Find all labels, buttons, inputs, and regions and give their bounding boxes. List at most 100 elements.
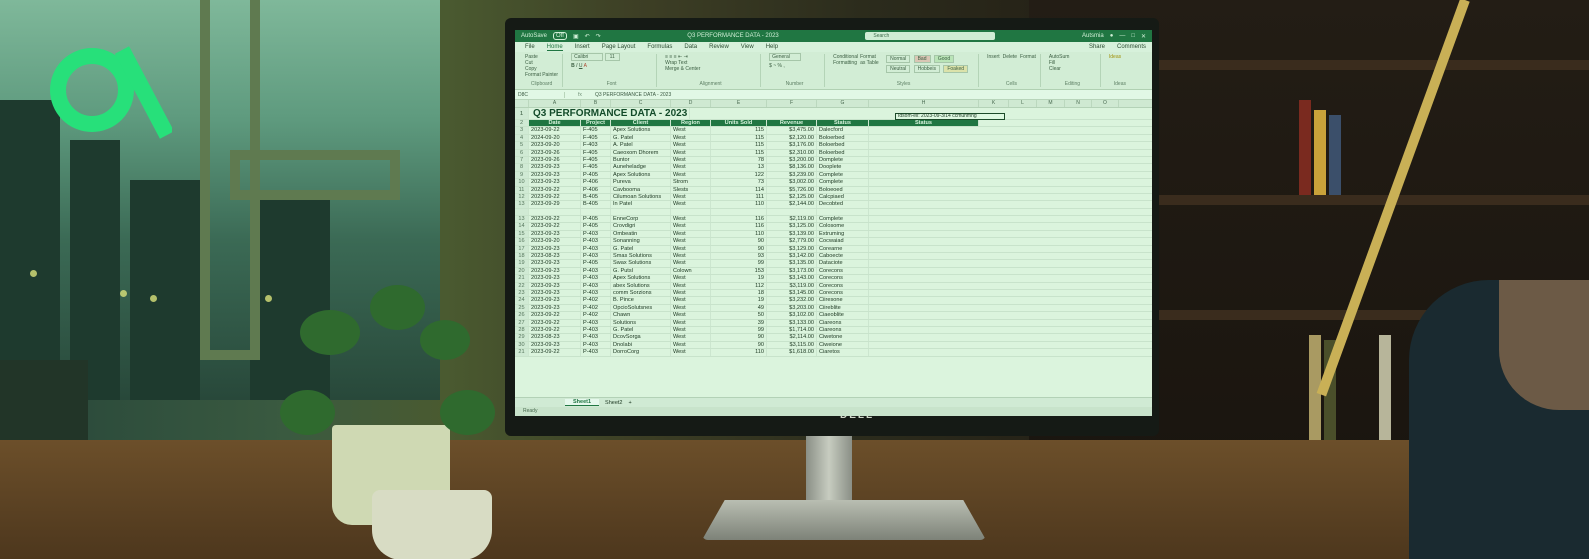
table-cell[interactable] (671, 208, 711, 216)
table-cell[interactable]: P-403 (581, 245, 611, 253)
table-cell[interactable]: Auneheladge (611, 164, 671, 171)
table-cell[interactable]: P-403 (581, 326, 611, 334)
table-cell[interactable]: P-403 (581, 319, 611, 326)
row-number[interactable]: 12 (515, 193, 529, 201)
table-cell[interactable]: 18 (711, 289, 767, 297)
header-cell-revenue[interactable]: Revenue (767, 120, 817, 127)
table-cell[interactable]: Corecons (817, 289, 869, 297)
table-cell[interactable]: P-402 (581, 297, 611, 304)
formula-input[interactable]: Q3 PERFORMANCE DATA - 2023 (595, 92, 671, 98)
table-cell[interactable]: Ciwetone (817, 334, 869, 341)
merge-center-button[interactable]: Merge & Center (665, 66, 756, 72)
table-cell[interactable]: Ciiresone (817, 297, 869, 304)
table-cell[interactable]: F-403 (581, 142, 611, 149)
column-header[interactable]: E (711, 100, 767, 107)
table-cell[interactable]: 2023-09-20 (529, 238, 581, 245)
table-cell[interactable]: 2023-09-23 (529, 275, 581, 282)
table-cell[interactable]: West (671, 260, 711, 267)
font-size-select[interactable]: 11 (604, 53, 620, 61)
table-cell[interactable]: 153 (711, 267, 767, 275)
menu-home[interactable]: Home (546, 44, 563, 51)
table-cell[interactable]: Apex Solutions (611, 127, 671, 134)
row-number[interactable]: 13 (515, 201, 529, 208)
menu-insert[interactable]: Insert (575, 44, 590, 50)
table-cell[interactable]: West (671, 289, 711, 297)
save-icon[interactable]: ▣ (573, 33, 579, 40)
table-cell[interactable]: $3,002.00 (767, 179, 817, 186)
table-cell[interactable]: $3,232.00 (767, 297, 817, 304)
table-cell[interactable]: 2023-09-26 (529, 156, 581, 164)
table-cell[interactable]: Chawn (611, 312, 671, 319)
table-cell[interactable]: Complete (817, 179, 869, 186)
table-cell[interactable]: F-405 (581, 149, 611, 156)
table-cell[interactable]: comm Sorzions (611, 289, 671, 297)
table-cell[interactable]: Crovdigri (611, 223, 671, 230)
table-cell[interactable]: EnneCorp (611, 216, 671, 223)
table-cell[interactable]: B-405 (581, 193, 611, 201)
table-cell[interactable]: Strom (671, 179, 711, 186)
undo-icon[interactable]: ↶ (585, 33, 590, 40)
table-cell[interactable]: 19 (711, 275, 767, 282)
row-number[interactable]: 19 (515, 260, 529, 267)
row-number[interactable]: 22 (515, 282, 529, 289)
table-cell[interactable]: West (671, 238, 711, 245)
table-cell[interactable]: $3,119.00 (767, 282, 817, 289)
style-hobbeis[interactable]: Hobbeis (913, 65, 940, 73)
table-cell[interactable]: P-405 (581, 223, 611, 230)
row-number[interactable]: 6 (515, 149, 529, 156)
table-cell[interactable]: Complete (817, 216, 869, 223)
table-cell[interactable]: 2023-09-23 (529, 230, 581, 238)
table-cell[interactable]: $5,726.00 (767, 186, 817, 193)
table-cell[interactable] (611, 208, 671, 216)
maximize-button[interactable]: □ (1131, 33, 1135, 39)
table-cell[interactable]: $3,176.00 (767, 142, 817, 149)
table-cell[interactable] (529, 208, 581, 216)
row-number[interactable]: 13 (515, 216, 529, 223)
share-button[interactable]: Share (1089, 44, 1105, 50)
table-cell[interactable]: West (671, 216, 711, 223)
table-cell[interactable]: G. Patel (611, 245, 671, 253)
table-cell[interactable]: $2,119.00 (767, 216, 817, 223)
column-header[interactable]: A (529, 100, 581, 107)
table-cell[interactable]: Dnolabi (611, 341, 671, 349)
menu-data[interactable]: Data (684, 44, 697, 50)
table-cell[interactable]: West (671, 171, 711, 179)
table-cell[interactable]: 90 (711, 245, 767, 253)
table-cell[interactable]: P-403 (581, 289, 611, 297)
menu-view[interactable]: View (741, 44, 754, 50)
column-header[interactable]: O (1092, 100, 1119, 107)
table-cell[interactable]: 2023-09-23 (529, 282, 581, 289)
row-number[interactable]: 11 (515, 186, 529, 193)
table-cell[interactable]: 2023-09-23 (529, 304, 581, 312)
table-cell[interactable]: 2023-09-26 (529, 149, 581, 156)
table-cell[interactable]: G. Patel (611, 326, 671, 334)
table-cell[interactable]: West (671, 253, 711, 260)
table-cell[interactable]: 2023-09-22 (529, 186, 581, 193)
italic-icon[interactable]: I (576, 63, 577, 69)
table-cell[interactable]: West (671, 201, 711, 208)
table-cell[interactable]: 49 (711, 304, 767, 312)
select-all-corner[interactable] (515, 100, 529, 107)
row-number[interactable]: 20 (515, 267, 529, 275)
table-cell[interactable]: Boloeoed (817, 186, 869, 193)
column-header[interactable]: F (767, 100, 817, 107)
font-color-icon[interactable]: A (584, 63, 587, 69)
table-cell[interactable]: OpcioSolutsnes (611, 304, 671, 312)
table-cell[interactable]: $2,144.00 (767, 201, 817, 208)
column-header[interactable]: G (817, 100, 869, 107)
row-number[interactable]: 25 (515, 304, 529, 312)
table-cell[interactable] (581, 208, 611, 216)
sheet-title[interactable]: Q3 PERFORMANCE DATA - 2023 (529, 108, 691, 119)
comments-button[interactable]: Comments (1117, 44, 1146, 50)
table-cell[interactable]: West (671, 349, 711, 356)
table-cell[interactable] (711, 208, 767, 216)
table-cell[interactable]: 50 (711, 312, 767, 319)
table-cell[interactable]: 115 (711, 127, 767, 134)
table-cell[interactable]: Ciaeoblite (817, 312, 869, 319)
table-cell[interactable]: B-405 (581, 201, 611, 208)
table-cell[interactable]: P-403 (581, 349, 611, 356)
table-cell[interactable]: G. Putsl (611, 267, 671, 275)
table-cell[interactable]: Ciareons (817, 326, 869, 334)
table-cell[interactable]: 2023-09-23 (529, 260, 581, 267)
table-cell[interactable]: 2023-08-23 (529, 334, 581, 341)
